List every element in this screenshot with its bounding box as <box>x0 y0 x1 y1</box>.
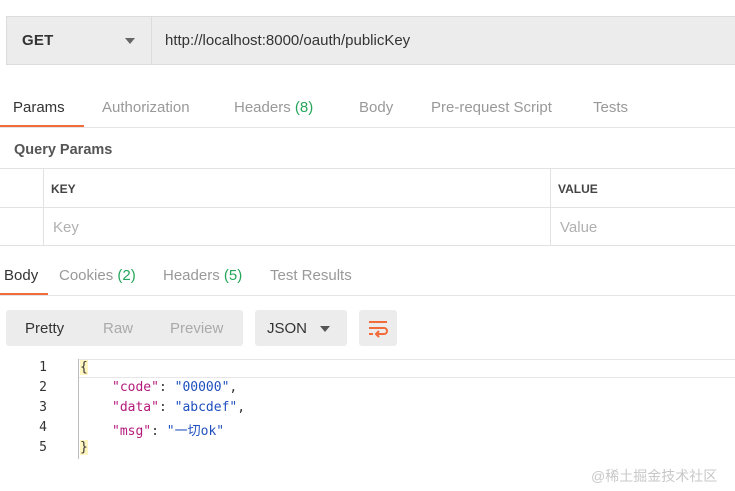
tab-authorization[interactable]: Authorization <box>102 99 190 116</box>
json-open-brace: { <box>80 360 88 375</box>
tab-label: Cookies <box>59 267 114 284</box>
line-number: 1 <box>39 360 47 375</box>
format-select[interactable]: JSON <box>255 310 347 346</box>
tab-label: Headers <box>163 267 220 284</box>
json-line: "msg": "一切ok" <box>112 424 225 439</box>
json-key: "msg" <box>112 424 152 439</box>
json-key: "data" <box>112 400 159 415</box>
tab-cookies[interactable]: Cookies (2) <box>59 267 136 284</box>
divider <box>0 295 735 296</box>
tab-label: Test Results <box>270 267 352 284</box>
tab-label: Params <box>13 99 65 116</box>
method-select[interactable]: GET <box>7 17 152 64</box>
line-number: 3 <box>39 400 47 415</box>
json-key: "code" <box>112 380 159 395</box>
tab-headers[interactable]: Headers (8) <box>234 99 313 116</box>
view-raw-button[interactable]: Raw <box>103 320 133 337</box>
tab-label: Body <box>4 267 39 284</box>
tab-params[interactable]: Params <box>13 99 65 116</box>
tab-response-body[interactable]: Body <box>4 267 38 284</box>
tab-label: Tests <box>593 99 629 116</box>
tab-count: (5) <box>223 267 243 284</box>
line-number: 5 <box>39 440 47 455</box>
value-input[interactable]: Value <box>560 219 597 236</box>
params-table: KEY VALUE Key Value <box>0 168 735 246</box>
wrap-lines-button[interactable] <box>359 310 397 346</box>
divider <box>550 169 551 246</box>
chevron-down-icon <box>320 326 330 332</box>
view-mode-toggle: Pretty Raw Preview <box>6 310 243 346</box>
json-value: "一切ok" <box>166 424 225 439</box>
tab-label: Body <box>359 99 394 116</box>
tab-count: (2) <box>117 267 136 284</box>
tab-test-results[interactable]: Test Results <box>270 267 352 284</box>
json-line: "data": "abcdef", <box>112 400 246 415</box>
chevron-down-icon <box>125 38 135 44</box>
view-pretty-button[interactable]: Pretty <box>25 320 64 337</box>
fold-guide <box>78 359 79 459</box>
url-input[interactable]: http://localhost:8000/oauth/publicKey <box>165 32 410 49</box>
watermark: @稀土掘金技术社区 <box>591 468 718 484</box>
divider <box>0 127 735 128</box>
json-value: "abcdef" <box>174 400 238 415</box>
tab-label: Authorization <box>102 99 190 116</box>
key-input[interactable]: Key <box>53 219 79 236</box>
tab-body[interactable]: Body <box>359 99 393 116</box>
tab-label: Pre-request Script <box>431 99 552 116</box>
json-value: "00000" <box>174 380 230 395</box>
tab-tests[interactable]: Tests <box>593 99 628 116</box>
format-label: JSON <box>267 320 308 337</box>
request-bar: GET http://localhost:8000/oauth/publicKe… <box>6 16 735 65</box>
column-header-value: VALUE <box>558 182 598 196</box>
wrap-lines-icon <box>369 321 388 338</box>
column-header-key: KEY <box>51 182 76 196</box>
tab-response-headers[interactable]: Headers (5) <box>163 267 242 284</box>
query-params-title: Query Params <box>14 142 113 158</box>
tab-label: Headers <box>234 99 291 116</box>
json-line: "code": "00000", <box>112 380 238 395</box>
line-number: 2 <box>39 380 47 395</box>
active-line-highlight <box>78 359 735 378</box>
view-preview-button[interactable]: Preview <box>170 320 223 337</box>
divider <box>43 169 44 246</box>
json-close-brace: } <box>80 440 88 455</box>
divider <box>0 207 735 208</box>
line-number: 4 <box>39 420 47 435</box>
method-label: GET <box>22 32 54 49</box>
tab-count: (8) <box>294 99 314 116</box>
tab-pre-request-script[interactable]: Pre-request Script <box>431 99 552 116</box>
